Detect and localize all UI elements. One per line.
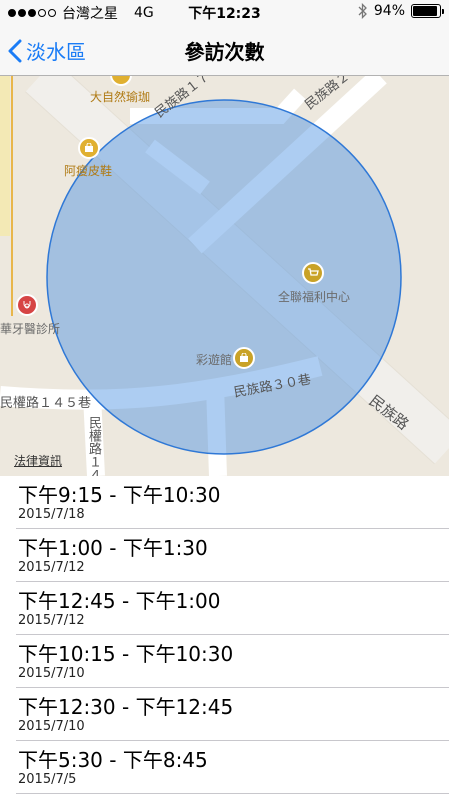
- map-poi-games[interactable]: 彩遊館: [196, 351, 232, 368]
- visit-row[interactable]: 下午5:30 - 下午8:45 2015/7/5: [16, 741, 449, 794]
- visit-list: 下午9:15 - 下午10:30 2015/7/18 下午1:00 - 下午1:30…: [0, 476, 449, 794]
- visit-date: 2015/7/10: [18, 666, 85, 681]
- navigation-bar: 淡水區 參訪次數: [0, 24, 449, 76]
- visit-time-range: 下午10:15 - 下午10:30: [18, 642, 234, 666]
- map-area: [0, 76, 10, 236]
- bluetooth-icon: [358, 3, 367, 19]
- visit-date: 2015/7/5: [18, 772, 77, 787]
- status-bar: 台灣之星 4G 下午12:23 94%: [0, 0, 449, 24]
- legal-info-link[interactable]: 法律資訊: [14, 452, 62, 469]
- map-road-label: 民權路１４５巷: [0, 396, 92, 411]
- visit-date: 2015/7/12: [18, 560, 85, 575]
- bag-icon: [240, 353, 248, 362]
- map-poi-shoe[interactable]: 阿瘦皮鞋: [64, 162, 112, 179]
- bag-icon: [85, 143, 93, 152]
- visit-row[interactable]: 下午12:45 - 下午1:00 2015/7/12: [16, 582, 449, 635]
- visit-row[interactable]: 下午12:30 - 下午12:45 2015/7/10: [16, 688, 449, 741]
- map-poi-market[interactable]: 全聯福利中心: [278, 288, 350, 305]
- visit-date: 2015/7/12: [18, 613, 85, 628]
- visit-time-range: 下午12:30 - 下午12:45: [18, 695, 234, 719]
- visit-time-range: 下午12:45 - 下午1:00: [18, 589, 221, 613]
- battery-fill: [413, 6, 438, 16]
- visit-radius-circle: [46, 99, 402, 455]
- visit-row[interactable]: 下午10:15 - 下午10:30 2015/7/10: [16, 635, 449, 688]
- dental-pin-icon[interactable]: [16, 294, 38, 316]
- visit-time-range: 下午9:15 - 下午10:30: [18, 483, 221, 507]
- visit-time-range: 下午1:00 - 下午1:30: [18, 536, 208, 560]
- map-poi-dental[interactable]: 華牙醫診所: [0, 320, 60, 337]
- battery-percent: 94%: [373, 3, 405, 19]
- visit-row[interactable]: 下午9:15 - 下午10:30 2015/7/18: [16, 476, 449, 529]
- visit-date: 2015/7/10: [18, 719, 85, 734]
- shopping-bag-icon[interactable]: [78, 137, 100, 159]
- battery-icon: [411, 4, 444, 18]
- cart-icon: [308, 268, 319, 276]
- stethoscope-icon: [23, 301, 31, 309]
- map-road-label: 民權路１４５: [86, 416, 101, 476]
- shopping-bag-icon[interactable]: [233, 347, 255, 369]
- status-right: 94%: [358, 3, 444, 19]
- visit-row[interactable]: 下午1:00 - 下午1:30 2015/7/12: [16, 529, 449, 582]
- map-view[interactable]: 大自然瑜珈 阿瘦皮鞋 全聯福利中心 華牙醫診所 彩遊館 民族路１７巷 民族路２９…: [0, 76, 449, 476]
- page-title: 參訪次數: [184, 40, 265, 64]
- map-poi-yoga[interactable]: 大自然瑜珈: [90, 88, 150, 105]
- visit-date: 2015/7/18: [18, 507, 85, 522]
- shopping-cart-icon[interactable]: [302, 262, 324, 284]
- visit-time-range: 下午5:30 - 下午8:45: [18, 748, 208, 772]
